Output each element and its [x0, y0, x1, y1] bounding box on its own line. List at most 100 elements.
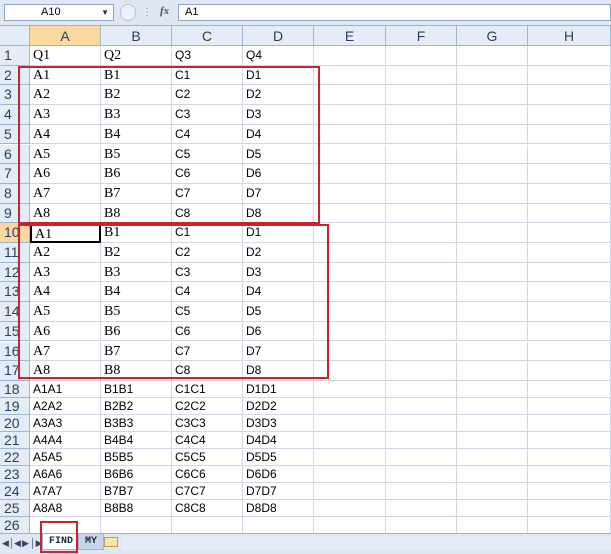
cell-h13[interactable]: [528, 282, 611, 303]
cell-g5[interactable]: [457, 124, 528, 145]
cell-d1[interactable]: Q4: [243, 46, 314, 66]
cell-h9[interactable]: [528, 203, 611, 224]
cell-e6[interactable]: [314, 144, 386, 165]
cell-h4[interactable]: [528, 105, 611, 125]
row-header-12[interactable]: 12: [0, 262, 30, 283]
cell-d4[interactable]: D3: [243, 105, 314, 125]
cell-h16[interactable]: [528, 341, 611, 362]
row-header-19[interactable]: 19: [0, 397, 30, 415]
cell-a14[interactable]: A5: [30, 302, 101, 322]
cell-g9[interactable]: [457, 203, 528, 224]
cell-g4[interactable]: [457, 105, 528, 125]
cell-b6[interactable]: B5: [101, 144, 172, 165]
cell-d2[interactable]: D1: [243, 65, 314, 86]
cell-g19[interactable]: [457, 397, 528, 415]
cell-e21[interactable]: [314, 431, 386, 449]
row-header-23[interactable]: 23: [0, 465, 30, 483]
cell-f21[interactable]: [386, 431, 457, 449]
cell-e19[interactable]: [314, 397, 386, 415]
cell-b10[interactable]: B1: [101, 223, 172, 243]
cell-g2[interactable]: [457, 65, 528, 86]
cell-c10[interactable]: C1: [172, 223, 243, 243]
cell-f8[interactable]: [386, 183, 457, 204]
row-header-6[interactable]: 6: [0, 144, 30, 165]
row-header-10[interactable]: 10: [0, 223, 30, 243]
cell-c18[interactable]: C1C1: [172, 380, 243, 398]
cell-c5[interactable]: C4: [172, 124, 243, 145]
row-header-20[interactable]: 20: [0, 414, 30, 432]
cell-a18[interactable]: A1A1: [30, 380, 101, 398]
cell-f13[interactable]: [386, 282, 457, 303]
cell-f18[interactable]: [386, 380, 457, 398]
cell-b18[interactable]: B1B1: [101, 380, 172, 398]
cell-h23[interactable]: [528, 465, 611, 483]
row-header-3[interactable]: 3: [0, 85, 30, 106]
cell-a11[interactable]: A2: [30, 243, 101, 263]
prev-sheet-icon[interactable]: ◀: [14, 538, 21, 549]
cell-d17[interactable]: D8: [243, 361, 314, 381]
cell-e16[interactable]: [314, 341, 386, 362]
cell-a12[interactable]: A3: [30, 262, 101, 283]
cell-f9[interactable]: [386, 203, 457, 224]
cell-h18[interactable]: [528, 380, 611, 398]
cell-e25[interactable]: [314, 499, 386, 517]
cell-e10[interactable]: [314, 223, 386, 243]
row-header-13[interactable]: 13: [0, 282, 30, 303]
row-header-18[interactable]: 18: [0, 380, 30, 398]
cell-h15[interactable]: [528, 321, 611, 342]
cell-a9[interactable]: A8: [30, 203, 101, 224]
cell-h5[interactable]: [528, 124, 611, 145]
cell-b2[interactable]: B1: [101, 65, 172, 86]
cell-a13[interactable]: A4: [30, 282, 101, 303]
cell-d7[interactable]: D6: [243, 164, 314, 184]
cell-e11[interactable]: [314, 243, 386, 263]
cell-c25[interactable]: C8C8: [172, 499, 243, 517]
cell-h24[interactable]: [528, 482, 611, 500]
cell-d22[interactable]: D5D5: [243, 448, 314, 466]
cell-b11[interactable]: B2: [101, 243, 172, 263]
expand-formula-button[interactable]: [120, 4, 136, 21]
cell-a19[interactable]: A2A2: [30, 397, 101, 415]
cell-g14[interactable]: [457, 302, 528, 322]
row-header-14[interactable]: 14: [0, 302, 30, 322]
cell-e14[interactable]: [314, 302, 386, 322]
cell-a17[interactable]: A8: [30, 361, 101, 381]
cell-c26[interactable]: [172, 516, 243, 534]
cell-g22[interactable]: [457, 448, 528, 466]
cell-e7[interactable]: [314, 164, 386, 184]
cell-g7[interactable]: [457, 164, 528, 184]
cell-f10[interactable]: [386, 223, 457, 243]
cell-d12[interactable]: D3: [243, 262, 314, 283]
cell-h8[interactable]: [528, 183, 611, 204]
cell-g3[interactable]: [457, 85, 528, 106]
cell-h26[interactable]: [528, 516, 611, 534]
cell-d3[interactable]: D2: [243, 85, 314, 106]
cell-f26[interactable]: [386, 516, 457, 534]
row-header-25[interactable]: 25: [0, 499, 30, 517]
cell-d8[interactable]: D7: [243, 183, 314, 204]
cell-a10[interactable]: A1: [30, 223, 101, 243]
cell-f4[interactable]: [386, 105, 457, 125]
cell-b15[interactable]: B6: [101, 321, 172, 342]
cell-a1[interactable]: Q1: [30, 46, 101, 66]
insert-sheet-icon[interactable]: [104, 537, 118, 547]
name-box[interactable]: A10 ▼: [4, 4, 114, 21]
cell-b16[interactable]: B7: [101, 341, 172, 362]
cell-c15[interactable]: C6: [172, 321, 243, 342]
row-header-15[interactable]: 15: [0, 321, 30, 342]
cell-c4[interactable]: C3: [172, 105, 243, 125]
next-sheet-icon[interactable]: ▶: [22, 538, 29, 549]
cell-h19[interactable]: [528, 397, 611, 415]
cell-g11[interactable]: [457, 243, 528, 263]
cell-c16[interactable]: C7: [172, 341, 243, 362]
column-header-a[interactable]: A: [30, 26, 101, 46]
cell-g20[interactable]: [457, 414, 528, 432]
cell-e23[interactable]: [314, 465, 386, 483]
cell-b9[interactable]: B8: [101, 203, 172, 224]
cell-g6[interactable]: [457, 144, 528, 165]
cell-f16[interactable]: [386, 341, 457, 362]
cell-b12[interactable]: B3: [101, 262, 172, 283]
cell-b3[interactable]: B2: [101, 85, 172, 106]
cell-f23[interactable]: [386, 465, 457, 483]
cell-f24[interactable]: [386, 482, 457, 500]
